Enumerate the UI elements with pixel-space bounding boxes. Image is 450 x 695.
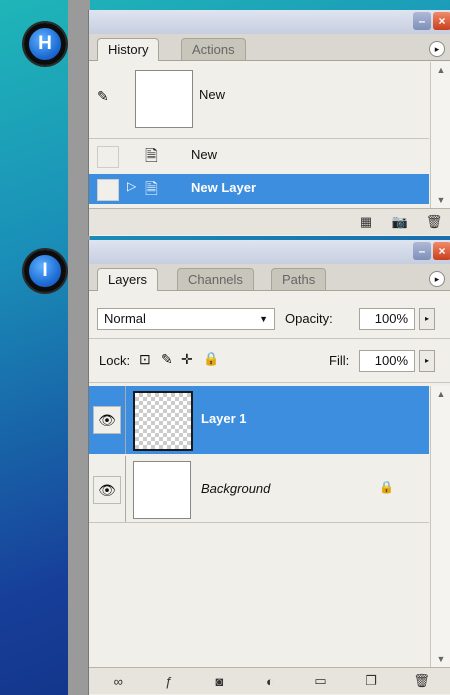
adjustment-layer-icon[interactable]: ◐ bbox=[253, 674, 287, 689]
history-source-checkbox[interactable] bbox=[97, 179, 119, 201]
minimize-icon[interactable]: – bbox=[413, 242, 431, 260]
fill-input[interactable]: 100% bbox=[359, 350, 415, 372]
snapshot-label: New bbox=[199, 87, 226, 102]
layer-thumbnail bbox=[133, 461, 191, 519]
trash-icon[interactable]: 🗑 bbox=[405, 673, 439, 689]
marker-h: H bbox=[24, 23, 66, 65]
lock-label: Lock: bbox=[99, 353, 131, 368]
fill-label: Fill: bbox=[329, 353, 350, 368]
lock-transparency-icon[interactable]: ⊡ bbox=[139, 351, 159, 371]
marker-i-label: I bbox=[42, 260, 48, 281]
history-panel: – × History Actions ▸ ✎ New 🗎 New ▷ 🗎 Ne… bbox=[88, 10, 450, 236]
history-brush-icon: ✎ bbox=[97, 88, 109, 104]
document-icon: 🗎 bbox=[145, 181, 158, 198]
eye-icon[interactable]: 👁 bbox=[93, 406, 121, 434]
scroll-up-icon[interactable]: ▲ bbox=[431, 386, 450, 402]
close-icon[interactable]: × bbox=[433, 242, 450, 260]
layers-scrollbar[interactable]: ▲ ▼ bbox=[430, 386, 450, 667]
new-document-from-state-icon[interactable]: ▦ bbox=[349, 214, 383, 230]
lock-paint-icon[interactable]: ✎ bbox=[161, 351, 181, 371]
chevron-down-icon: ▼ bbox=[259, 314, 268, 324]
new-layer-icon[interactable]: ❐ bbox=[354, 673, 388, 689]
history-scrollbar[interactable]: ▲ ▼ bbox=[430, 62, 450, 208]
tab-history[interactable]: History bbox=[97, 38, 160, 61]
marker-i: I bbox=[24, 250, 66, 292]
state-pointer-icon: ▷ bbox=[127, 179, 137, 193]
layer-thumbnail bbox=[133, 391, 193, 451]
new-snapshot-icon[interactable]: 📷 bbox=[383, 214, 417, 230]
layer-row-selected[interactable]: 👁 Layer 1 bbox=[89, 386, 429, 454]
history-step[interactable]: 🗎 New bbox=[89, 140, 429, 172]
fill-slider-arrow-icon[interactable]: ▸ bbox=[419, 350, 435, 372]
scroll-down-icon[interactable]: ▼ bbox=[431, 192, 450, 208]
layer-name: Layer 1 bbox=[201, 411, 247, 426]
history-tabs: History Actions ▸ bbox=[89, 34, 450, 61]
trash-icon[interactable]: 🗑 bbox=[417, 214, 450, 230]
opacity-slider-arrow-icon[interactable]: ▸ bbox=[419, 308, 435, 330]
scroll-down-icon[interactable]: ▼ bbox=[431, 651, 450, 667]
history-step-label: New bbox=[191, 147, 218, 162]
close-icon[interactable]: × bbox=[433, 12, 450, 30]
blend-mode-value: Normal bbox=[104, 311, 146, 326]
lock-icon: 🔒 bbox=[379, 480, 394, 494]
history-step-label: New Layer bbox=[191, 180, 257, 195]
tab-actions[interactable]: Actions bbox=[181, 38, 246, 60]
tab-layers[interactable]: Layers bbox=[97, 268, 159, 291]
layer-name: Background bbox=[201, 481, 271, 496]
layer-style-icon[interactable]: ƒ bbox=[152, 674, 186, 689]
minimize-icon[interactable]: – bbox=[413, 12, 431, 30]
scroll-up-icon[interactable]: ▲ bbox=[431, 62, 450, 78]
history-titlebar[interactable]: – × bbox=[89, 10, 450, 34]
layers-footer: ∞ ƒ ◙ ◐ ▭ ❐ 🗑 bbox=[89, 667, 450, 694]
blend-mode-select[interactable]: Normal ▼ bbox=[97, 308, 275, 330]
lock-position-icon[interactable]: ✛ bbox=[181, 351, 201, 371]
history-source-checkbox[interactable] bbox=[97, 146, 119, 168]
document-icon: 🗎 bbox=[145, 148, 158, 165]
link-layers-icon[interactable]: ∞ bbox=[101, 674, 135, 689]
left-gray-strip bbox=[68, 0, 90, 695]
layer-row[interactable]: 👁 Background 🔒 bbox=[89, 456, 429, 522]
tab-channels[interactable]: Channels bbox=[177, 268, 254, 290]
lock-all-icon[interactable]: 🔒 bbox=[203, 351, 223, 371]
eye-icon[interactable]: 👁 bbox=[93, 476, 121, 504]
marker-h-label: H bbox=[38, 33, 52, 54]
history-footer: ▦ 📷 🗑 bbox=[89, 208, 450, 235]
tab-paths[interactable]: Paths bbox=[271, 268, 327, 290]
layers-titlebar[interactable]: – × bbox=[89, 240, 450, 264]
history-step-selected[interactable]: ▷ 🗎 New Layer bbox=[89, 174, 429, 204]
panel-menu-icon[interactable]: ▸ bbox=[429, 271, 445, 287]
new-group-icon[interactable]: ▭ bbox=[304, 673, 338, 689]
history-snapshot[interactable]: ✎ New bbox=[89, 62, 429, 134]
panel-menu-icon[interactable]: ▸ bbox=[429, 41, 445, 57]
layers-tabs: Layers Channels Paths ▸ bbox=[89, 264, 450, 291]
layer-mask-icon[interactable]: ◙ bbox=[202, 674, 236, 689]
layers-panel: – × Layers Channels Paths ▸ Normal ▼ Opa… bbox=[88, 240, 450, 695]
opacity-label: Opacity: bbox=[285, 311, 333, 326]
opacity-input[interactable]: 100% bbox=[359, 308, 415, 330]
snapshot-thumbnail bbox=[135, 70, 193, 128]
